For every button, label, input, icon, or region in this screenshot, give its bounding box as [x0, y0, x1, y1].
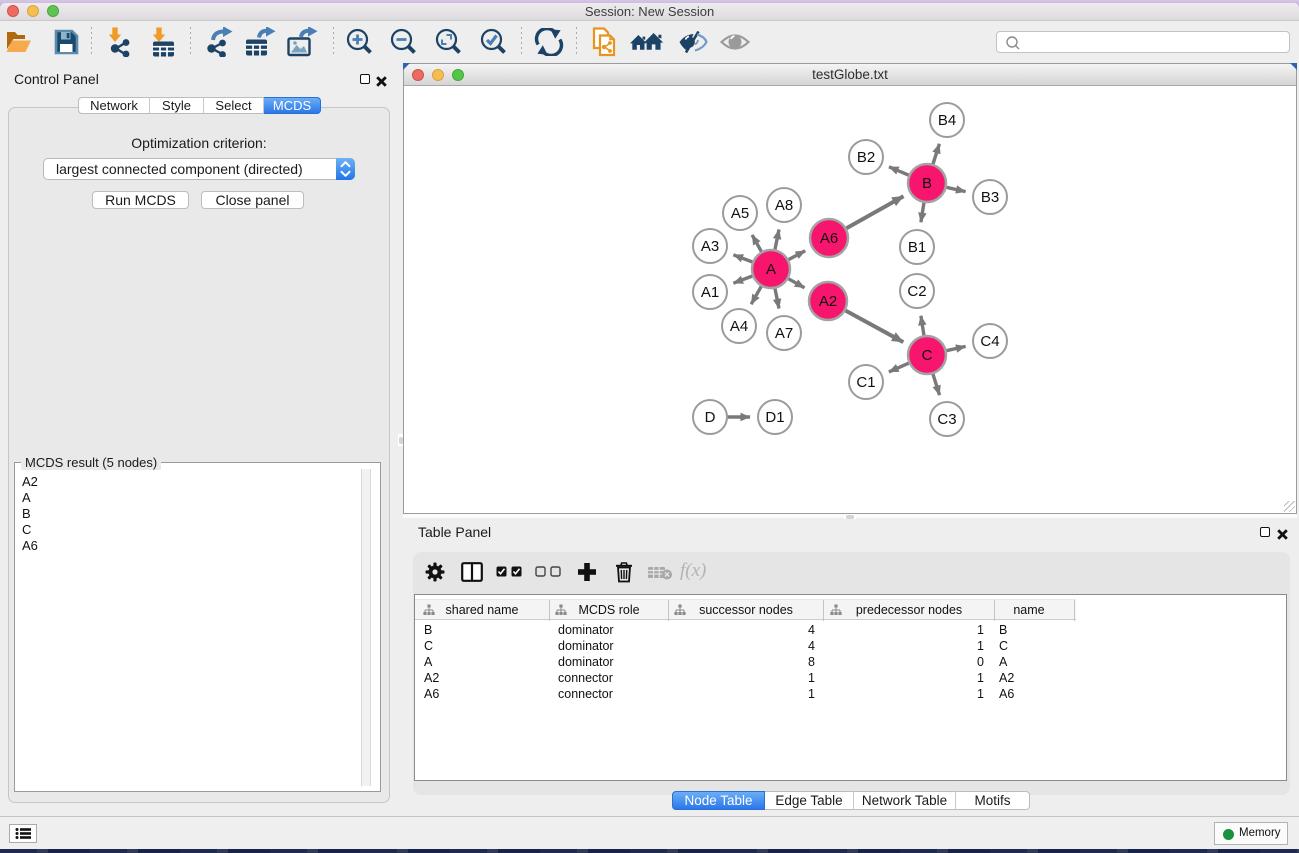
svg-text:A7: A7 — [775, 325, 793, 342]
svg-text:B: B — [922, 175, 932, 192]
svg-text:A5: A5 — [731, 205, 749, 222]
svg-text:B1: B1 — [908, 239, 926, 256]
svg-text:A1: A1 — [701, 284, 719, 301]
svg-text:D1: D1 — [765, 409, 784, 426]
svg-text:C2: C2 — [907, 283, 926, 300]
svg-text:C4: C4 — [980, 333, 999, 350]
svg-text:C3: C3 — [937, 411, 956, 428]
svg-text:A3: A3 — [701, 238, 719, 255]
svg-text:C1: C1 — [856, 374, 875, 391]
svg-text:A8: A8 — [775, 197, 793, 214]
svg-text:D: D — [705, 409, 716, 426]
svg-text:A4: A4 — [730, 318, 748, 335]
svg-text:A: A — [766, 261, 776, 278]
svg-text:B4: B4 — [938, 112, 956, 129]
svg-text:B2: B2 — [857, 149, 875, 166]
svg-text:C: C — [922, 347, 933, 364]
svg-text:B3: B3 — [981, 189, 999, 206]
svg-text:A6: A6 — [820, 230, 838, 247]
svg-text:A2: A2 — [819, 293, 837, 310]
